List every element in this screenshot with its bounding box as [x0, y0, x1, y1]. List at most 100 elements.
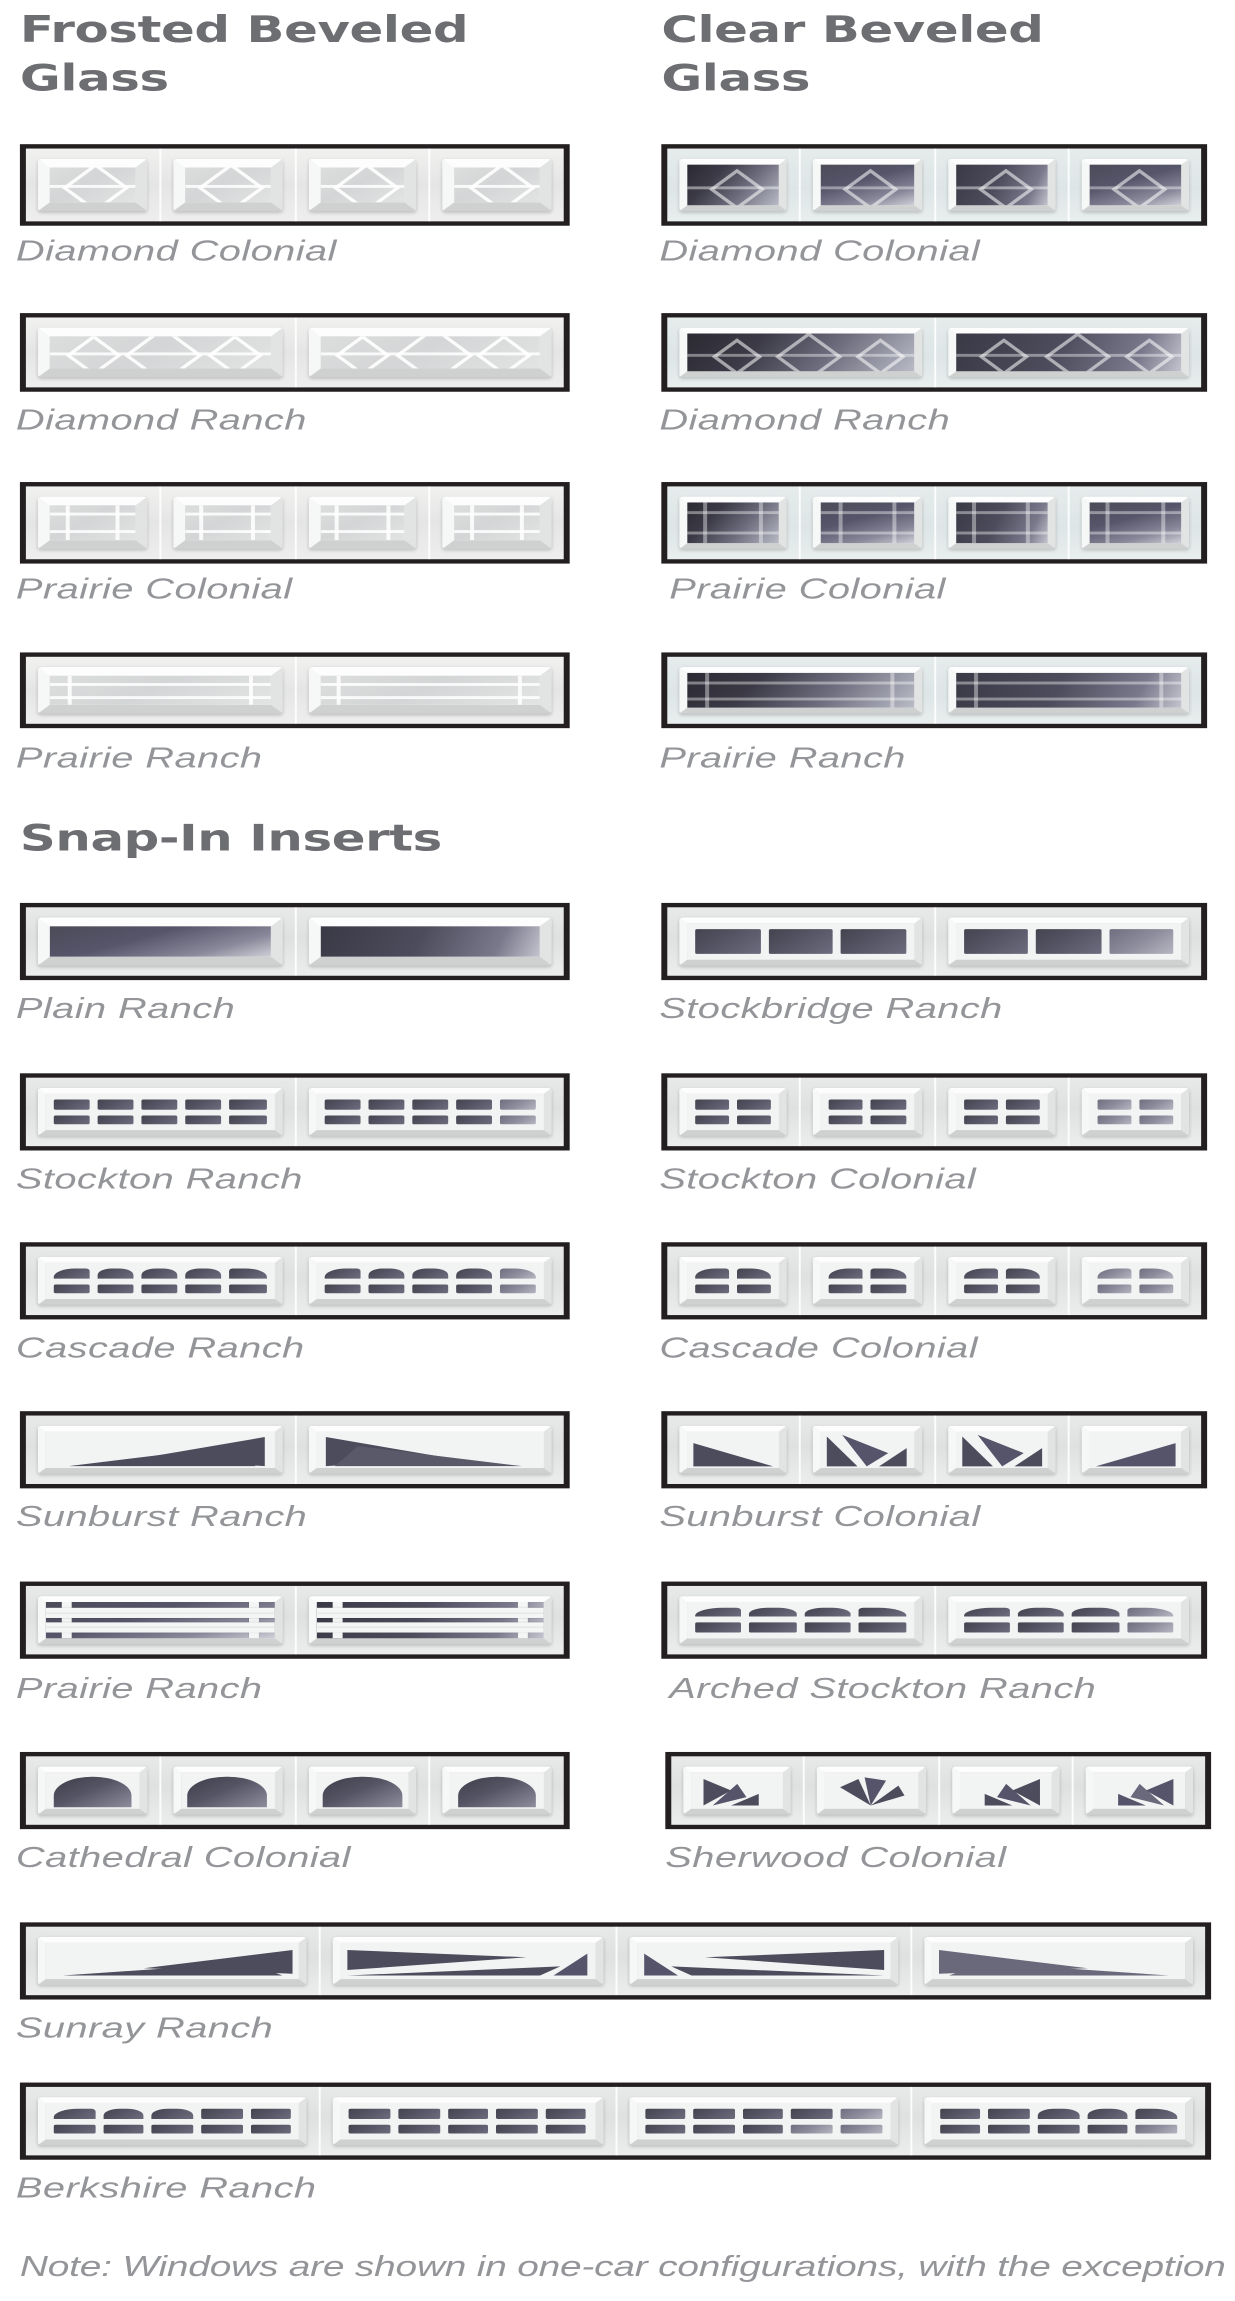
door-cell: [26, 149, 159, 222]
door-cell: [667, 486, 799, 559]
door-cell: [26, 657, 294, 724]
caption-frosted-diamond-ranch: Diamond Ranch: [15, 404, 307, 437]
door-cell: [1071, 1756, 1205, 1825]
sherwood-fan-graphic: [840, 1777, 906, 1806]
caption-plain-ranch: Plain Ranch: [15, 993, 236, 1026]
sherwood-fan-graphic: [1117, 1778, 1173, 1806]
door-frosted-diamond-ranch: [19, 313, 570, 392]
door-cell: [26, 1078, 294, 1146]
door-cell: [799, 486, 933, 560]
caption-sunburst-ranch: Sunburst Ranch: [15, 1501, 308, 1534]
caption-frosted-diamond-colonial: Diamond Colonial: [15, 235, 337, 268]
door-arched-stockton-ranch: [661, 1581, 1208, 1659]
door-sunburst-colonial: [661, 1411, 1208, 1489]
sunburst-graphic: [324, 1437, 521, 1467]
caption-clear-prairie-colonial: Prairie Colonial: [669, 573, 946, 606]
door-snap-prairie-ranch: [19, 1581, 570, 1659]
caption-cascade-ranch: Cascade Ranch: [15, 1332, 305, 1365]
door-cell: [26, 1586, 294, 1654]
door-cell: [614, 2086, 910, 2156]
door-cell: [428, 486, 564, 560]
door-cell: [933, 486, 1067, 560]
sunburst-graphic: [693, 1443, 774, 1467]
door-cell: [933, 1246, 1067, 1316]
caption-sunburst-colonial: Sunburst Colonial: [659, 1501, 981, 1534]
door-cell: [933, 907, 1201, 976]
door-cell: [909, 1926, 1205, 1996]
door-cell: [933, 656, 1201, 724]
door-cell: [428, 148, 564, 222]
door-cell: [667, 1586, 933, 1654]
door-berkshire-ranch: [19, 2082, 1212, 2160]
sunray-graphic: [643, 1950, 884, 1976]
door-cell: [614, 1926, 910, 1996]
heading-clear-beveled-glass: Clear Beveled Glass: [661, 8, 1044, 100]
door-cell: [293, 1415, 564, 1484]
door-cell: [667, 657, 933, 724]
caption-clear-diamond-ranch: Diamond Ranch: [659, 404, 951, 437]
door-cell: [26, 2087, 319, 2155]
sherwood-fan-graphic: [983, 1778, 1039, 1806]
caption-berkshire-ranch: Berkshire Ranch: [15, 2172, 317, 2205]
footnote-window-configurations: Note: Windows are shown in one-car confi…: [19, 2251, 1235, 2284]
door-cell: [26, 317, 294, 387]
sunburst-graphic: [1095, 1443, 1176, 1467]
door-sunburst-ranch: [19, 1411, 570, 1489]
door-cell: [26, 907, 294, 975]
door-cell: [158, 486, 294, 560]
sunburst-graphic: [827, 1434, 908, 1467]
door-cell: [933, 1415, 1067, 1484]
door-cell: [937, 1756, 1071, 1825]
door-cell: [667, 149, 799, 222]
caption-frosted-prairie-colonial: Prairie Colonial: [15, 573, 293, 606]
door-cell: [933, 317, 1201, 388]
door-cell: [1067, 148, 1201, 222]
door-cell: [158, 148, 294, 222]
door-stockbridge-ranch: [661, 902, 1208, 981]
door-cell: [293, 1246, 564, 1316]
caption-stockton-colonial: Stockton Colonial: [659, 1163, 977, 1196]
heading-snap-in-inserts: Snap-In Inserts: [19, 817, 442, 860]
sunray-graphic: [62, 1950, 293, 1976]
door-cell: [293, 1077, 564, 1147]
door-clear-diamond-colonial: [661, 144, 1208, 226]
door-cathedral-colonial: [19, 1751, 570, 1830]
door-cell: [26, 1756, 159, 1824]
door-clear-prairie-colonial: [661, 482, 1208, 564]
door-cell: [933, 148, 1067, 222]
door-cell: [933, 1077, 1067, 1147]
door-cell: [799, 1415, 933, 1484]
door-plain-ranch: [19, 902, 570, 981]
door-sherwood-colonial: [665, 1751, 1212, 1830]
caption-frosted-prairie-ranch: Prairie Ranch: [15, 742, 263, 775]
door-cell: [26, 1247, 294, 1315]
door-cell: [293, 656, 564, 724]
door-clear-prairie-ranch: [661, 652, 1208, 729]
door-cell: [667, 317, 933, 387]
door-cell: [667, 1416, 799, 1484]
door-cell: [671, 1756, 803, 1824]
door-cell: [293, 148, 429, 222]
door-cell: [428, 1756, 564, 1825]
door-cascade-ranch: [19, 1242, 570, 1320]
sunray-graphic: [938, 1950, 1169, 1976]
sunray-graphic: [347, 1950, 588, 1976]
door-cell: [667, 1078, 799, 1146]
caption-cascade-colonial: Cascade Colonial: [659, 1332, 978, 1365]
door-cell: [319, 2086, 614, 2156]
door-cell: [293, 317, 564, 388]
door-cell: [1067, 1246, 1201, 1316]
door-cell: [26, 1927, 319, 1995]
sunburst-graphic: [68, 1437, 265, 1467]
door-cell: [803, 1756, 937, 1825]
door-cell: [293, 907, 564, 976]
caption-arched-stockton-ranch: Arched Stockton Ranch: [669, 1673, 1097, 1706]
door-stockton-colonial: [661, 1073, 1208, 1151]
door-cell: [799, 1246, 933, 1316]
door-cell: [293, 1585, 564, 1655]
caption-clear-prairie-ranch: Prairie Ranch: [659, 742, 906, 775]
door-sunray-ranch: [19, 1922, 1212, 2000]
door-cell: [158, 1756, 294, 1825]
caption-sunray-ranch: Sunray Ranch: [15, 2012, 274, 2045]
door-cell: [799, 148, 933, 222]
